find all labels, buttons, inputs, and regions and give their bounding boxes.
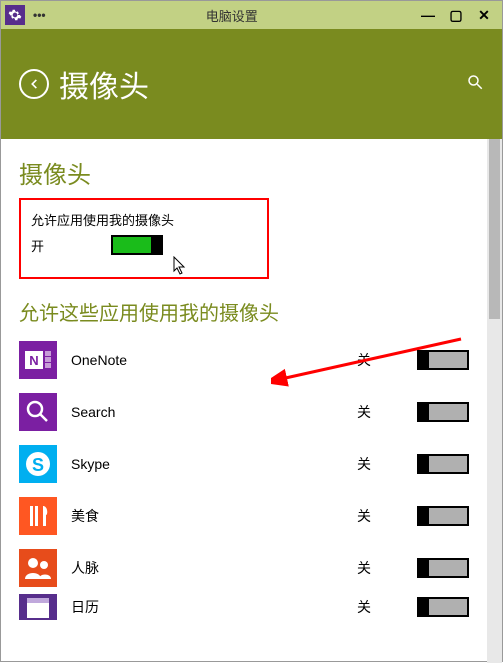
app-toggle-state: 关 (357, 558, 417, 578)
titlebar: ••• 电脑设置 — ▢ ✕ (1, 1, 502, 29)
app-name: OneNote (71, 352, 357, 368)
calendar-icon (19, 594, 57, 620)
app-name: Skype (71, 456, 357, 472)
close-button[interactable]: ✕ (470, 7, 498, 24)
window-title: 电脑设置 (50, 6, 414, 25)
app-row-onenote: N OneNote 关 (19, 334, 469, 386)
app-name: Search (71, 404, 357, 420)
minimize-button[interactable]: — (414, 7, 442, 23)
settings-content: 摄像头 允许应用使用我的摄像头 开 允许这些应用使用我的摄像头 N (1, 139, 487, 663)
search-app-icon (19, 393, 57, 431)
app-toggle[interactable] (417, 402, 469, 422)
skype-icon: S (19, 445, 57, 483)
people-icon (19, 549, 57, 587)
app-toggle-state: 关 (357, 350, 417, 370)
cursor-icon (173, 256, 187, 281)
app-row-skype: S Skype 关 (19, 438, 469, 490)
section-camera-title: 摄像头 (19, 155, 469, 190)
svg-text:S: S (32, 455, 44, 475)
app-toggle-state: 关 (357, 402, 417, 422)
master-camera-toggle[interactable] (111, 235, 163, 255)
app-toggle[interactable] (417, 597, 469, 617)
page-title: 摄像头 (59, 62, 466, 106)
section-apps-title: 允许这些应用使用我的摄像头 (19, 297, 469, 326)
maximize-button[interactable]: ▢ (442, 7, 470, 24)
page-header: 摄像头 (1, 29, 502, 139)
back-button[interactable] (19, 69, 49, 99)
app-toggle-state: 关 (357, 506, 417, 526)
app-name: 美食 (71, 506, 357, 526)
settings-app-icon (5, 5, 25, 25)
app-toggle[interactable] (417, 558, 469, 578)
food-icon (19, 497, 57, 535)
svg-text:N: N (29, 353, 38, 368)
app-toggle[interactable] (417, 454, 469, 474)
app-toggle-state: 关 (357, 597, 417, 617)
app-name: 人脉 (71, 558, 357, 578)
app-toggle[interactable] (417, 350, 469, 370)
app-toggle[interactable] (417, 506, 469, 526)
scrollbar[interactable] (487, 139, 502, 663)
app-row-search: Search 关 (19, 386, 469, 438)
search-icon (466, 73, 484, 91)
allow-apps-label: 允许应用使用我的摄像头 (31, 210, 207, 229)
app-row-food: 美食 关 (19, 490, 469, 542)
search-button[interactable] (466, 73, 484, 96)
master-toggle-state: 开 (31, 236, 111, 255)
app-name: 日历 (71, 597, 357, 617)
app-row-people: 人脉 关 (19, 542, 469, 594)
arrow-left-icon (27, 77, 41, 91)
highlight-annotation: 允许应用使用我的摄像头 开 (19, 198, 269, 279)
app-list: N OneNote 关 Search 关 S Skype 关 (19, 334, 469, 620)
overflow-menu-icon[interactable]: ••• (29, 8, 50, 22)
app-toggle-state: 关 (357, 454, 417, 474)
scrollbar-thumb[interactable] (489, 139, 500, 319)
app-row-calendar: 日历 关 (19, 594, 469, 620)
onenote-icon: N (19, 341, 57, 379)
